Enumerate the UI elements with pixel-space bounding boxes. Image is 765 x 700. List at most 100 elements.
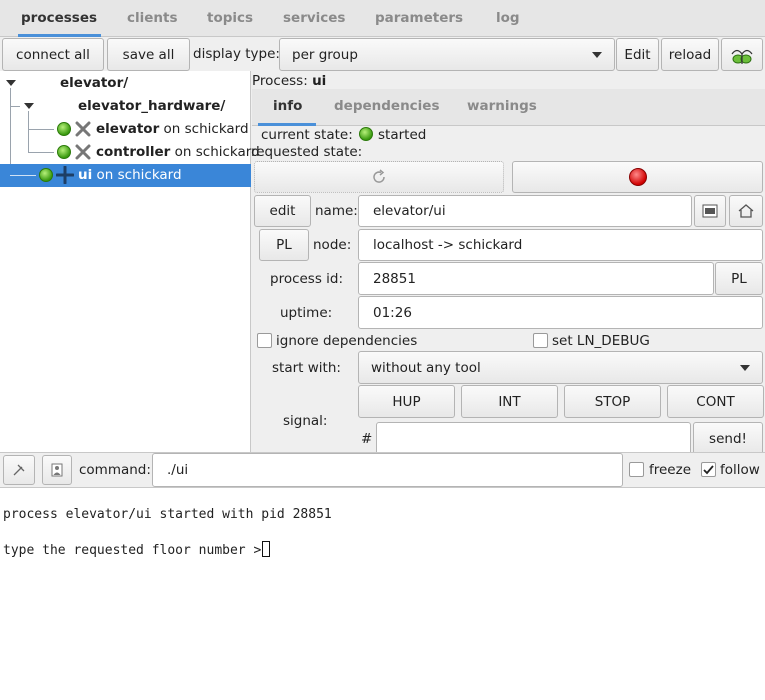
expand-arrow-icon[interactable] [24, 103, 34, 109]
process-header-name: ui [312, 73, 327, 89]
main-tab-bar: processes clients topics services parame… [0, 0, 765, 37]
pid-pl-button[interactable]: PL [715, 262, 763, 295]
pid-value: 28851 [373, 270, 416, 287]
tree-item-host: on schickard [92, 167, 182, 183]
ignore-dependencies-checkbox[interactable] [257, 333, 272, 348]
terminal-line: process elevator/ui started with pid 288… [3, 507, 332, 522]
process-header-label: Process: [252, 73, 313, 89]
tab-clients[interactable]: clients [127, 0, 178, 37]
tree-item-host: on schickard [159, 121, 249, 137]
checkmark-icon [703, 465, 714, 475]
user-icon [51, 463, 63, 477]
terminal-button[interactable] [694, 195, 726, 227]
home-icon [738, 204, 754, 218]
edit-process-button[interactable]: edit [254, 195, 311, 227]
start-with-value: without any tool [371, 359, 481, 376]
tree-group-label: elevator/ [60, 75, 129, 91]
home-button[interactable] [729, 195, 763, 227]
terminal-line: type the requested floor number > [3, 541, 271, 558]
tree-group-elevator-hardware[interactable]: elevator_hardware/ [0, 95, 251, 118]
edit-button[interactable]: Edit [616, 38, 659, 71]
uptime-value: 01:26 [373, 304, 412, 321]
stop-button[interactable] [512, 161, 763, 193]
status-green-icon [57, 122, 71, 136]
signal-stop-button[interactable]: STOP [564, 385, 661, 418]
terminal-icon [702, 204, 718, 218]
name-value: elevator/ui [373, 203, 446, 219]
node-label: node: [313, 237, 352, 253]
signal-label: signal: [283, 413, 328, 429]
connect-all-button[interactable]: connect all [2, 38, 104, 71]
node-pl-button[interactable]: PL [259, 229, 309, 261]
tab-topics[interactable]: topics [207, 0, 253, 37]
tree-item-elevator[interactable]: elevator on schickard [0, 118, 251, 141]
node-value: localhost -> schickard [373, 237, 523, 253]
process-header: Process: ui [252, 73, 326, 89]
expand-arrow-icon[interactable] [6, 80, 16, 86]
signal-int-button[interactable]: INT [461, 385, 558, 418]
terminal-cursor [262, 541, 271, 557]
follow-checkbox[interactable] [701, 462, 716, 477]
refresh-icon [373, 169, 385, 183]
signal-cont-button[interactable]: CONT [667, 385, 764, 418]
ignore-dependencies-label: ignore dependencies [276, 333, 418, 349]
tools-icon [75, 121, 91, 137]
reload-button[interactable]: reload [661, 38, 719, 71]
tools-icon [56, 166, 74, 184]
tree-item-controller[interactable]: controller on schickard [0, 141, 260, 164]
name-field[interactable]: elevator/ui [358, 195, 692, 227]
freeze-label: freeze [649, 462, 692, 478]
pid-label: process id: [270, 271, 344, 287]
signal-number-label: # [361, 431, 373, 447]
tab-processes[interactable]: processes [17, 0, 102, 37]
tree-group-label: elevator_hardware/ [78, 98, 226, 114]
clear-output-button[interactable] [3, 455, 35, 485]
tab-services[interactable]: services [283, 0, 345, 37]
node-field[interactable]: localhost -> schickard [358, 229, 763, 261]
app-logo-button[interactable] [721, 38, 763, 71]
command-field[interactable]: ./ui [152, 453, 623, 487]
current-state-label: current state: [261, 127, 353, 143]
tree-group-elevator[interactable]: elevator/ [0, 72, 251, 95]
start-with-select[interactable]: without any tool [358, 351, 763, 384]
save-all-button[interactable]: save all [107, 38, 190, 71]
stop-red-icon [628, 168, 647, 186]
status-green-icon [39, 168, 53, 182]
restart-button[interactable] [254, 161, 504, 193]
status-green-icon [57, 145, 71, 159]
tree-item-host: on schickard [170, 144, 260, 160]
chevron-down-icon [592, 52, 602, 58]
current-state-value: started [378, 127, 427, 143]
tab-parameters[interactable]: parameters [375, 0, 463, 37]
signal-hup-button[interactable]: HUP [358, 385, 455, 418]
tab-warnings[interactable]: warnings [467, 89, 537, 126]
clear-icon [13, 464, 25, 476]
tab-log[interactable]: log [496, 0, 520, 37]
tree-item-ui[interactable]: ui on schickard [0, 164, 251, 187]
tree-item-name: controller [96, 144, 171, 160]
send-signal-button[interactable]: send! [693, 422, 763, 455]
tab-info[interactable]: info [257, 89, 317, 126]
command-value: ./ui [167, 462, 189, 478]
user-button[interactable] [42, 455, 72, 485]
display-type-value: per group [292, 46, 358, 63]
signal-number-field[interactable] [376, 422, 691, 455]
freeze-checkbox[interactable] [629, 462, 644, 477]
chevron-down-icon [740, 365, 750, 371]
tab-dependencies[interactable]: dependencies [334, 89, 440, 126]
tree-item-name: elevator [96, 121, 160, 137]
terminal-output[interactable]: process elevator/ui started with pid 288… [0, 487, 765, 700]
process-tree[interactable]: elevator/ elevator_hardware/ elevator on… [0, 71, 260, 453]
tools-icon [75, 144, 91, 160]
uptime-field[interactable]: 01:26 [358, 296, 763, 329]
set-ln-debug-checkbox[interactable] [533, 333, 548, 348]
terminal-prompt: type the requested floor number > [3, 543, 262, 558]
display-type-label: display type: [193, 46, 280, 62]
display-type-select[interactable]: per group [279, 38, 615, 71]
mantis-logo-icon [731, 49, 753, 64]
start-with-label: start with: [272, 360, 341, 376]
command-label: command: [79, 462, 151, 478]
state-started-icon [359, 127, 373, 141]
pid-field[interactable]: 28851 [358, 262, 714, 295]
tree-item-name: ui [78, 167, 93, 183]
